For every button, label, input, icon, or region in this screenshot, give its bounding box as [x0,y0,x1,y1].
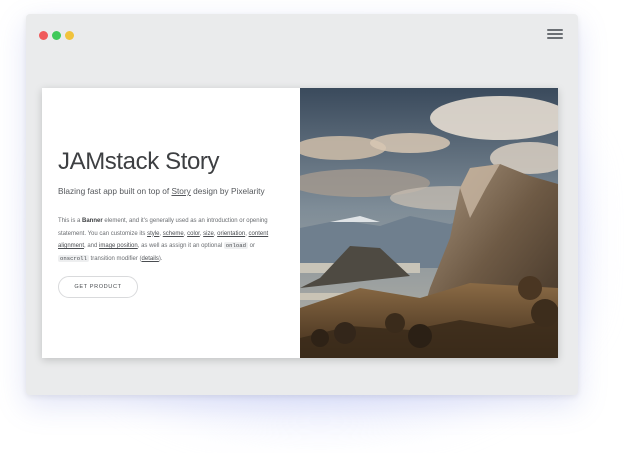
style-link[interactable]: style [147,231,159,237]
banner-description: This is a Banner element, and it's gener… [58,215,278,265]
banner-subtitle: Blazing fast app built on top of Story d… [58,186,294,196]
onscroll-code: onscroll [58,254,89,262]
subtitle-text: Blazing fast app built on top of [58,186,172,196]
size-link[interactable]: size [203,231,214,237]
banner-content: JAMstack Story Blazing fast app built on… [42,88,300,358]
landscape-image [300,88,558,358]
desc-text: or [247,243,255,250]
banner-title: JAMstack Story [58,148,220,175]
orientation-link[interactable]: orientation [217,231,245,237]
subtitle-text-end: design by Pixelarity [190,186,265,196]
desc-bold: Banner [82,218,103,224]
banner-image [300,88,558,358]
minimize-dot-icon[interactable] [52,31,61,40]
maximize-dot-icon[interactable] [65,31,74,40]
image-position-link[interactable]: image position [99,243,138,249]
browser-window: JAMstack Story Blazing fast app built on… [26,14,578,395]
desc-text: , as well as assign it an optional [137,243,224,250]
banner: JAMstack Story Blazing fast app built on… [42,88,558,358]
desc-text: This is a [58,218,83,224]
get-product-button[interactable]: GET PRODUCT [58,276,138,298]
hamburger-menu-icon[interactable] [547,29,563,40]
details-link[interactable]: details [142,256,159,262]
color-link[interactable]: color [187,231,200,237]
separator: , and [84,243,100,250]
desc-text: transition modifier ( [88,255,142,262]
story-link[interactable]: Story [171,186,190,196]
scheme-link[interactable]: scheme [163,231,184,237]
close-dot-icon[interactable] [39,31,48,40]
onload-code: onload [223,242,248,250]
desc-text: ). [158,255,163,262]
